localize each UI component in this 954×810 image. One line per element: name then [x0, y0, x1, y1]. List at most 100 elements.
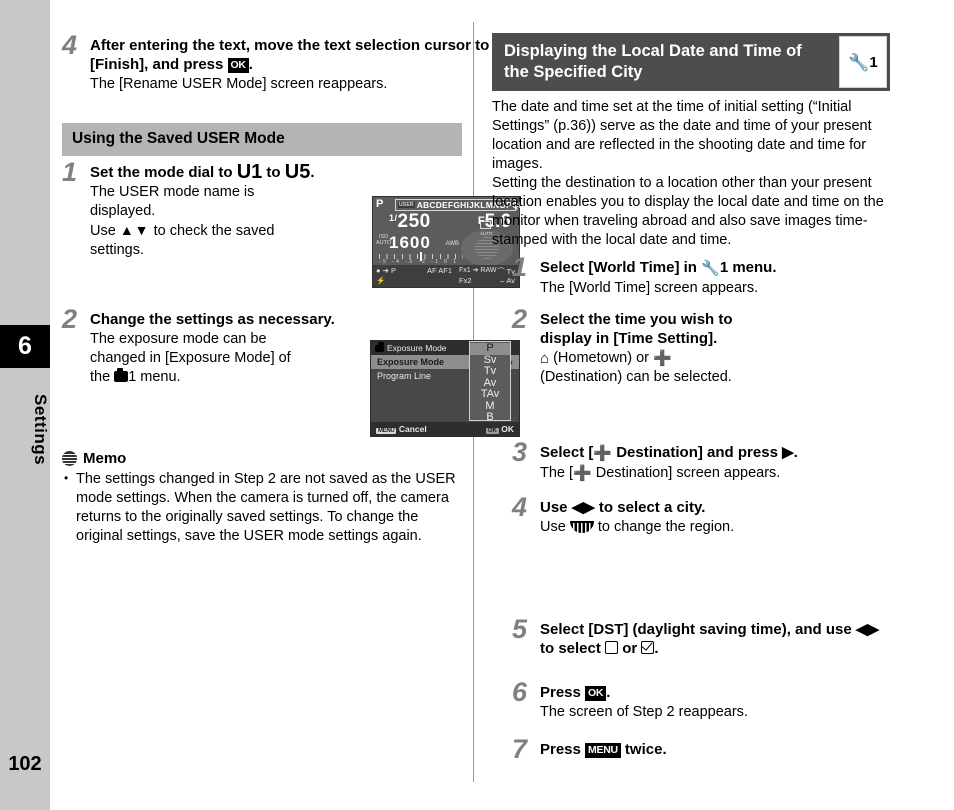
- status-iso-value: 1600: [389, 233, 431, 252]
- desc-line-3-suffix: 1 menu.: [128, 369, 181, 385]
- step-title-suffix: .: [793, 444, 798, 461]
- step-title-prefix: Select [DST] (daylight saving time), and…: [540, 621, 856, 638]
- desc-suffix: (Destination) can be selected.: [540, 369, 732, 385]
- option-tav: TAv: [480, 388, 500, 400]
- step-title: Press MENU twice.: [540, 740, 918, 759]
- step-title-prefix: Select [: [540, 444, 594, 461]
- left-right-arrow-icon: ◀▶: [571, 499, 595, 516]
- status-frame-icon: [480, 221, 491, 229]
- checkbox-empty-icon: [605, 641, 619, 654]
- step-description: The USER mode name is displayed. Use ▲▼ …: [90, 183, 340, 260]
- step-title-suffix: twice.: [620, 741, 667, 758]
- ok-button-badge-icon: OK: [227, 58, 249, 73]
- up-down-arrow-icon: ▲▼: [119, 222, 150, 238]
- ok-badge-icon: OK: [485, 428, 499, 434]
- section-heading-local-date-time: Displaying the Local Date and Time of th…: [492, 33, 890, 91]
- memo-heading-label: Memo: [83, 450, 127, 467]
- step-title-suffix: .: [310, 164, 315, 181]
- step-title: After entering the text, move the text s…: [90, 36, 490, 74]
- memo-block: Memo The settings changed in Step 2 are …: [62, 450, 462, 546]
- destination-plane-icon: ➕: [593, 445, 613, 462]
- desc-line-3-prefix: Use: [90, 223, 120, 239]
- section-heading-line-1: Displaying the Local Date and Time of: [504, 42, 802, 60]
- step-title-mid: to: [262, 164, 285, 181]
- step-number: 3: [512, 437, 528, 467]
- desc-line-3: the 1 menu.: [90, 368, 340, 387]
- step-4-block: 4 After entering the text, move the text…: [62, 30, 490, 94]
- step-description: The [World Time] screen appears.: [540, 280, 759, 296]
- memo-list-item: The settings changed in Step 2 are not s…: [62, 469, 462, 546]
- step-title: Select the time you wish to display in […: [540, 310, 765, 348]
- step-1-block: 1 Select [World Time] in 🔧1 menu. The [W…: [512, 252, 918, 298]
- step-title-mid: Destination] and press: [612, 444, 783, 461]
- step-description: ⌂ (Hometown) or ➕ (Destination) can be s…: [540, 349, 765, 387]
- step-description: The [Rename USER Mode] screen reappears.: [90, 76, 388, 92]
- step-title-suffix: to select a city.: [594, 499, 706, 516]
- lcd-footer-right: OK OK: [485, 424, 514, 434]
- step-title: Select [➕ Destination] and press ▶.: [540, 443, 918, 463]
- status-fx1-assign: Fx1 ➔ RAW: [459, 267, 497, 274]
- memo-icon: [62, 451, 77, 466]
- u1-dial-label: U1: [236, 161, 263, 183]
- status-af-assign: AF AF1: [427, 266, 453, 275]
- checkbox-checked-icon: [641, 641, 655, 654]
- step-2-block: 2 Select the time you wish to display in…: [512, 304, 765, 387]
- step-number: 2: [62, 304, 78, 334]
- option-p: P: [470, 342, 510, 355]
- intro-paragraph: The date and time set at the time of ini…: [492, 99, 884, 248]
- u5-dial-label: U5: [284, 161, 311, 183]
- status-ev-scale: -5 -4 -3 -2 -1 0 1 2 3 4 5: [379, 252, 464, 271]
- desc-prefix: Use: [540, 519, 570, 535]
- setup-menu-number: 1: [869, 53, 878, 71]
- menu-badge-icon: MENU: [376, 428, 397, 434]
- desc-line-3: Use ▲▼ to check the saved: [90, 221, 340, 241]
- step-title: Select [DST] (daylight saving time), and…: [540, 620, 918, 658]
- step-description: Use to change the region.: [540, 518, 770, 537]
- right-arrow-icon: ▶: [782, 444, 794, 461]
- desc-line-2: changed in [Exposure Mode] of: [90, 350, 291, 366]
- desc-line-4: settings.: [90, 242, 144, 258]
- step-title-suffix: .: [606, 684, 611, 701]
- ok-button-badge-icon: OK: [585, 686, 607, 701]
- step-description: The screen of Step 2 reappears.: [540, 704, 748, 720]
- desc-suffix: to change the region.: [593, 519, 735, 535]
- section-heading-saved-user-mode: Using the Saved USER Mode: [62, 123, 462, 156]
- page-number: 102: [8, 753, 42, 775]
- step-number: 5: [512, 614, 528, 644]
- step-title-suffix: .: [248, 56, 253, 73]
- status-flash-mode: ⚡: [376, 276, 386, 285]
- step-3-block: 3 Select [➕ Destination] and press ▶. Th…: [512, 437, 918, 483]
- step-title: Select [World Time] in 🔧1 menu.: [540, 258, 918, 278]
- step-title-prefix: Select [World Time] in: [540, 259, 702, 276]
- desc-prefix: The [: [540, 465, 574, 481]
- rear-dial-icon: [569, 521, 594, 533]
- camera-tab-icon: [375, 341, 384, 352]
- option-tv: Tv: [483, 365, 497, 377]
- hometown-icon: ⌂: [540, 350, 550, 367]
- step-description: The [➕ Destination] screen appears.: [540, 464, 918, 483]
- camera-menu-icon: [114, 368, 129, 382]
- shutter-value: 250: [397, 211, 431, 232]
- lcd-footer-left-label: Cancel: [398, 424, 427, 434]
- step-title-prefix: Use: [540, 499, 572, 516]
- lcd-footer-left: MENU Cancel: [376, 424, 427, 434]
- step-title-mid: to select: [540, 640, 606, 657]
- desc-line-1: The exposure mode can be: [90, 331, 267, 347]
- shutter-fraction-prefix: 1/: [389, 213, 398, 223]
- wrench-icon: 🔧: [848, 52, 870, 72]
- chapter-number: 6: [0, 325, 50, 368]
- status-usermode-tag: USER: [398, 202, 415, 208]
- chapter-name-vertical: Settings: [31, 394, 50, 466]
- memo-heading: Memo: [62, 450, 462, 467]
- step-number: 4: [512, 492, 528, 522]
- step-title-mid2: or: [618, 640, 642, 657]
- step-title: Use ◀▶ to select a city.: [540, 498, 770, 517]
- exposure-mode-option-popup: P Sv Tv Av TAv M B X: [469, 341, 511, 434]
- step-title-suffix: 1 menu.: [719, 259, 777, 276]
- step-number: 1: [62, 157, 78, 187]
- lcd-footer-bar: MENU Cancel OK OK: [371, 422, 519, 436]
- section-heading-line-2: the Specified City: [504, 63, 643, 81]
- chapter-sidebar: 6 Settings 102: [0, 0, 50, 810]
- step-number: 2: [512, 304, 528, 334]
- step-title-prefix: Press: [540, 741, 586, 758]
